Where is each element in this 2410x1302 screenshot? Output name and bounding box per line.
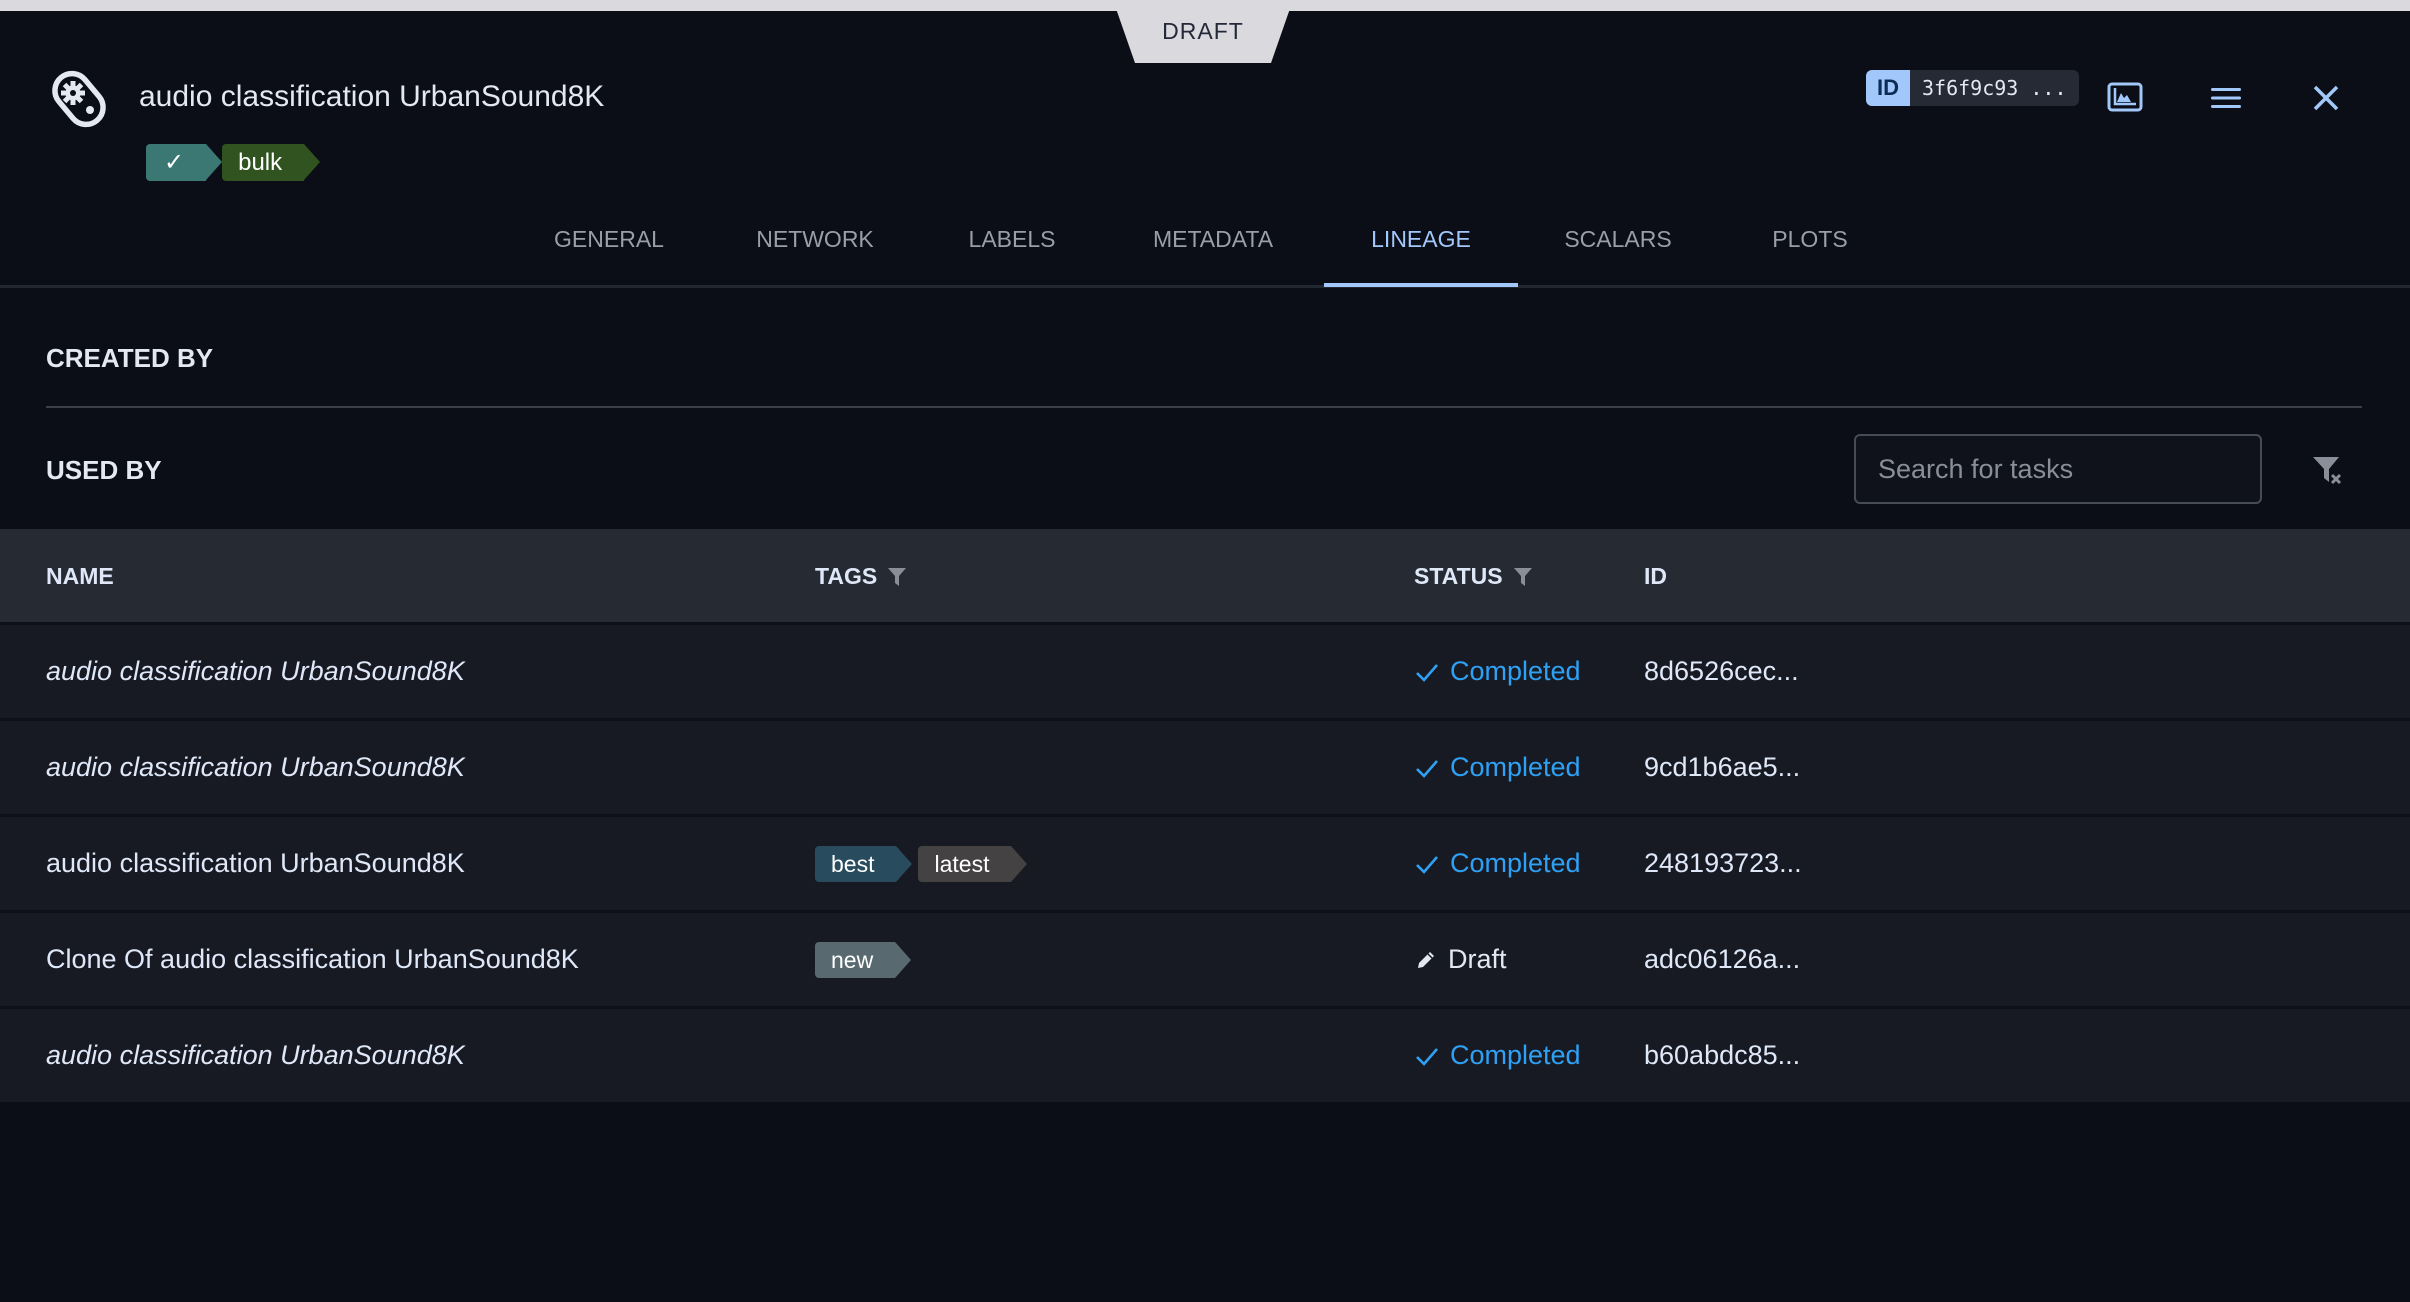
table-row[interactable]: audio classification UrbanSound8K Complet… [0,721,2410,817]
status-label: Completed [1450,848,1581,878]
status-badge: Completed [1414,625,1581,718]
created-by-heading: CREATED BY [46,343,214,373]
table-header: NAME TAGS STATUS ID [0,529,2410,625]
task-id: 8d6526cec... [1644,656,1799,686]
task-name[interactable]: audio classification UrbanSound8K [46,817,465,910]
tab-general[interactable]: GENERAL [554,226,664,253]
table-row[interactable]: audio classification UrbanSound8K Complet… [0,1009,2410,1102]
table-row[interactable]: audio classification UrbanSound8K best lat… [0,817,2410,913]
tab-plots[interactable]: PLOTS [1772,226,1847,253]
column-label: STATUS [1414,563,1503,589]
check-icon [1414,1045,1440,1067]
used-by-table: NAME TAGS STATUS ID audio classification… [0,529,2410,1102]
task-name[interactable]: audio classification UrbanSound8K [46,625,465,718]
search-tasks-field[interactable] [1854,434,2262,504]
tag-chip[interactable]: new [815,941,912,978]
tag-chip[interactable]: bulk [222,144,321,181]
tab-labels[interactable]: LABELS [969,226,1056,253]
status-badge: Completed [1414,721,1581,814]
tab-network[interactable]: NETWORK [756,226,874,253]
column-header-name[interactable]: NAME [46,563,114,590]
check-icon [1414,757,1440,779]
tag-chip[interactable]: latest [918,845,1028,882]
clear-filter-icon[interactable] [2310,452,2346,488]
status-badge: Completed [1414,817,1581,910]
tag-chip[interactable]: ✓ [146,144,223,181]
tab-bar: GENERAL NETWORK LABELS METADATA LINEAGE … [0,200,2410,288]
task-id: adc06126a... [1644,944,1801,974]
tab-lineage[interactable]: LINEAGE [1371,226,1471,253]
filter-icon[interactable] [887,566,907,588]
task-id: 9cd1b6ae5... [1644,752,1801,782]
menu-icon[interactable] [2208,80,2244,116]
column-header-tags[interactable]: TAGS [815,563,907,590]
check-icon [1414,661,1440,683]
status-badge: Draft [1414,913,1507,1006]
check-icon [1414,853,1440,875]
task-id: b60abdc85... [1644,1040,1801,1070]
table-row[interactable]: audio classification UrbanSound8K Complet… [0,625,2410,721]
status-badge: Completed [1414,1009,1581,1102]
experiment-icon [48,68,110,130]
active-tab-indicator [1324,283,1518,287]
task-tags: new [815,913,912,1006]
task-name[interactable]: audio classification UrbanSound8K [46,721,465,814]
chart-icon[interactable] [2107,80,2143,116]
column-label: NAME [46,563,114,589]
table-body: audio classification UrbanSound8K Complet… [0,625,2410,1102]
status-label: Completed [1450,1040,1581,1070]
id-label: ID [1866,70,1910,106]
pencil-icon [1414,948,1438,972]
table-row[interactable]: Clone Of audio classification UrbanSound… [0,913,2410,1009]
search-tasks-input[interactable] [1856,436,2260,502]
task-name[interactable]: Clone Of audio classification UrbanSound… [46,913,579,1006]
column-label: TAGS [815,563,878,589]
status-label: Completed [1450,752,1581,782]
filter-icon[interactable] [1513,566,1533,588]
used-by-heading: USED BY [46,455,162,485]
close-icon[interactable] [2308,80,2344,116]
column-label: ID [1644,563,1667,589]
status-label: Completed [1450,656,1581,686]
task-tags: best latest [815,817,1028,910]
task-name[interactable]: audio classification UrbanSound8K [46,1009,465,1102]
column-header-status[interactable]: STATUS [1414,563,1533,590]
id-value: 3f6f9c93 ... [1910,70,2079,106]
status-label: Draft [1448,944,1507,974]
tab-metadata[interactable]: METADATA [1153,226,1273,253]
task-tags: ✓ bulk [146,144,321,181]
tag-chip[interactable]: best [815,845,914,882]
tab-scalars[interactable]: SCALARS [1564,226,1671,253]
task-id: 248193723... [1644,848,1802,878]
task-id-pill[interactable]: ID 3f6f9c93 ... [1866,70,2079,106]
column-header-id[interactable]: ID [1644,563,1667,590]
section-divider [46,406,2362,408]
task-title: audio classification UrbanSound8K [139,80,605,113]
